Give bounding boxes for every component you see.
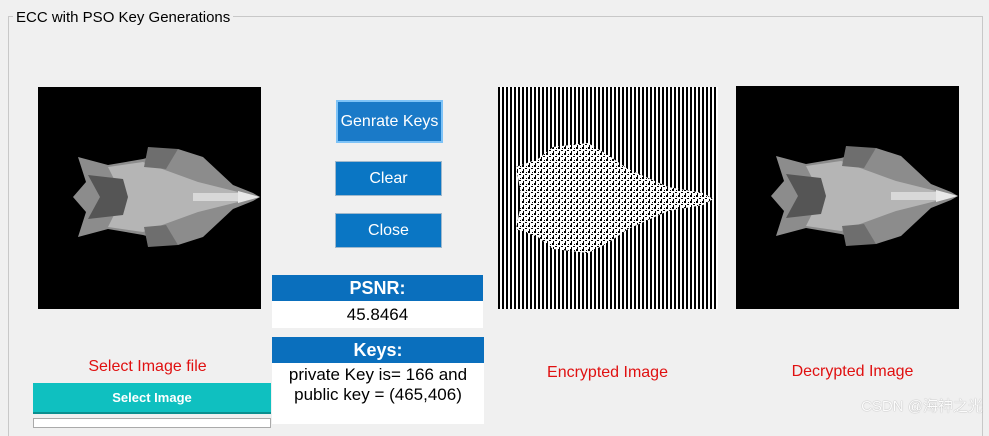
decrypted-image-label: Decrypted Image (791, 363, 914, 380)
psnr-header: PSNR: (272, 275, 483, 301)
close-button[interactable]: Close (335, 213, 442, 248)
clear-button[interactable]: Clear (335, 161, 442, 196)
keys-header: Keys: (272, 337, 484, 363)
file-path-field[interactable] (33, 418, 271, 428)
psnr-value: 45.8464 (272, 301, 483, 328)
generate-keys-button[interactable]: Genrate Keys (336, 100, 443, 143)
encrypted-noise-icon (516, 143, 713, 253)
select-image-file-label: Select Image file (88, 358, 207, 375)
encrypted-image-label: Encrypted Image (547, 364, 668, 381)
select-image-button[interactable]: Select Image (33, 383, 271, 414)
decrypted-image (736, 86, 959, 309)
encrypted-image (498, 87, 718, 309)
jet-icon (73, 147, 260, 247)
watermark-text: CSDN @海神之光 (861, 398, 983, 415)
public-key-text: public key = (465,406) (294, 385, 462, 404)
jet-icon (771, 146, 958, 246)
group-title: ECC with PSO Key Generations (13, 9, 234, 26)
original-image (38, 87, 261, 309)
keys-value: private Key is= 166 and public key = (46… (272, 363, 484, 424)
private-key-text: private Key is= 166 and (288, 365, 468, 384)
